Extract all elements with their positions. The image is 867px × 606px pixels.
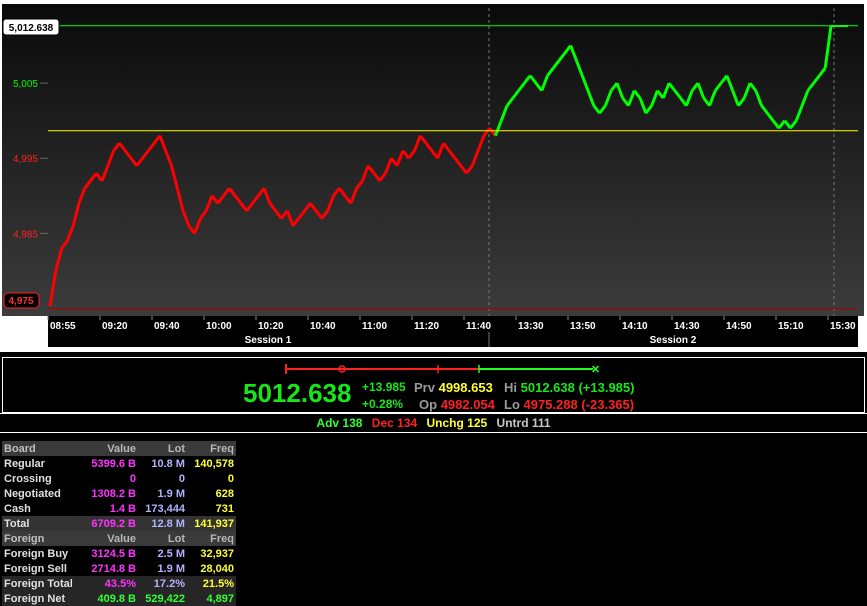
board-header-row: Board Value Lot Freq bbox=[2, 441, 236, 456]
lo-label: Lo bbox=[504, 397, 520, 412]
hi-label: Hi bbox=[504, 380, 517, 395]
x-tick-label: 14:30 bbox=[674, 321, 700, 332]
value-header: Value bbox=[83, 441, 138, 456]
trade-summary-table: Board Value Lot Freq Regular 5399.6 B 10… bbox=[2, 441, 236, 606]
low-value-tag: 4,975 bbox=[3, 292, 40, 309]
x-tick-label: 11:40 bbox=[466, 321, 491, 332]
market-breadth-bar: Adv 138 Dec 134 Unchg 125 Untrd 111 bbox=[0, 413, 867, 433]
table-row: Regular 5399.6 B 10.8 M 140,578 bbox=[4, 457, 234, 470]
low-value-label: 4,975 bbox=[8, 296, 33, 307]
prv-label: Prv bbox=[414, 380, 435, 395]
op-value: 4982.054 bbox=[440, 397, 495, 412]
untraded-count: Untrd 111 bbox=[496, 416, 551, 430]
previous-close: Prv 4998.653 bbox=[414, 380, 493, 395]
session-2-label: Session 2 bbox=[650, 335, 697, 346]
decline-count: Dec 134 bbox=[371, 416, 418, 430]
x-tick-label: 10:20 bbox=[258, 321, 284, 332]
divider bbox=[0, 352, 867, 354]
x-tick-label: 10:40 bbox=[310, 321, 336, 332]
x-tick-label: 14:50 bbox=[726, 321, 752, 332]
change-value: +13.985 bbox=[362, 380, 406, 394]
x-tick-label: 13:30 bbox=[518, 321, 544, 332]
total-row: Total 6709.2 B 12.8 M 141,937 bbox=[2, 516, 236, 531]
change-percent: +0.28% bbox=[362, 397, 404, 411]
table-row: Crossing 0 0 0 bbox=[4, 472, 234, 485]
low-price: Lo 4975.288 (-23.365) bbox=[504, 397, 634, 412]
foreign-header-row: Foreign Value Lot Freq bbox=[2, 531, 236, 546]
quote-panel: ✕ 5012.638 +13.985 +0.28% Prv 4998.653 O… bbox=[2, 357, 865, 413]
x-tick-label: 13:50 bbox=[570, 321, 596, 332]
board-header: Board bbox=[2, 441, 84, 456]
advance-count: Adv 138 bbox=[316, 416, 363, 430]
intraday-chart[interactable]: 5,005 4,995 4,985 5,012.638 4,975 08:55 09:… bbox=[0, 0, 867, 352]
x-tick-label: 11:20 bbox=[414, 321, 439, 332]
y-tick-label: 5,005 bbox=[13, 79, 38, 90]
x-tick-label: 09:20 bbox=[102, 321, 128, 332]
lo-value: 4975.288 (-23.365) bbox=[523, 397, 635, 412]
last-price: 5012.638 bbox=[243, 378, 352, 408]
unchanged-count: Unchg 125 bbox=[426, 416, 488, 430]
session-bar bbox=[48, 332, 858, 347]
x-tick-label: 09:40 bbox=[154, 321, 180, 332]
high-marker: ✕ bbox=[591, 364, 600, 376]
table-row: Foreign Sell 2714.8 B 1.9 M 28,040 bbox=[4, 562, 234, 575]
intraday-chart-panel[interactable]: 5,005 4,995 4,985 5,012.638 4,975 08:55 09:… bbox=[0, 0, 867, 352]
session-1-label: Session 1 bbox=[245, 335, 292, 346]
open-price: Op 4982.054 bbox=[419, 397, 495, 412]
hi-value: 5012.638 (+13.985) bbox=[520, 380, 635, 395]
foreign-net-row: Foreign Net 409.8 B 529,422 4,897 bbox=[2, 591, 236, 606]
current-value-tag: 5,012.638 bbox=[2, 18, 60, 36]
high-price: Hi 5012.638 (+13.985) bbox=[504, 380, 634, 395]
y-tick-label: 4,995 bbox=[13, 154, 38, 165]
foreign-total-row: Foreign Total 43.5% 17.2% 21.5% bbox=[2, 576, 236, 591]
table-row: Cash 1.4 B 173,444 731 bbox=[4, 502, 234, 515]
x-tick-label: 15:10 bbox=[778, 321, 804, 332]
range-indicator: ✕ bbox=[285, 364, 600, 376]
x-tick-label: 11:00 bbox=[362, 321, 387, 332]
x-tick-label: 14:10 bbox=[622, 321, 648, 332]
prv-value: 4998.653 bbox=[438, 380, 493, 395]
lot-header: Lot bbox=[138, 441, 187, 456]
x-tick-label: 08:55 bbox=[50, 321, 76, 332]
current-value-label: 5,012.638 bbox=[9, 23, 54, 34]
table-row: Foreign Buy 3124.5 B 2.5 M 32,937 bbox=[4, 547, 234, 560]
y-tick-label: 4,985 bbox=[13, 229, 38, 240]
table-row: Negotiated 1308.2 B 1.9 M 628 bbox=[4, 487, 234, 500]
op-label: Op bbox=[419, 397, 438, 412]
x-tick-label: 15:30 bbox=[830, 321, 856, 332]
freq-header: Freq bbox=[186, 441, 236, 456]
x-tick-label: 10:00 bbox=[206, 321, 232, 332]
